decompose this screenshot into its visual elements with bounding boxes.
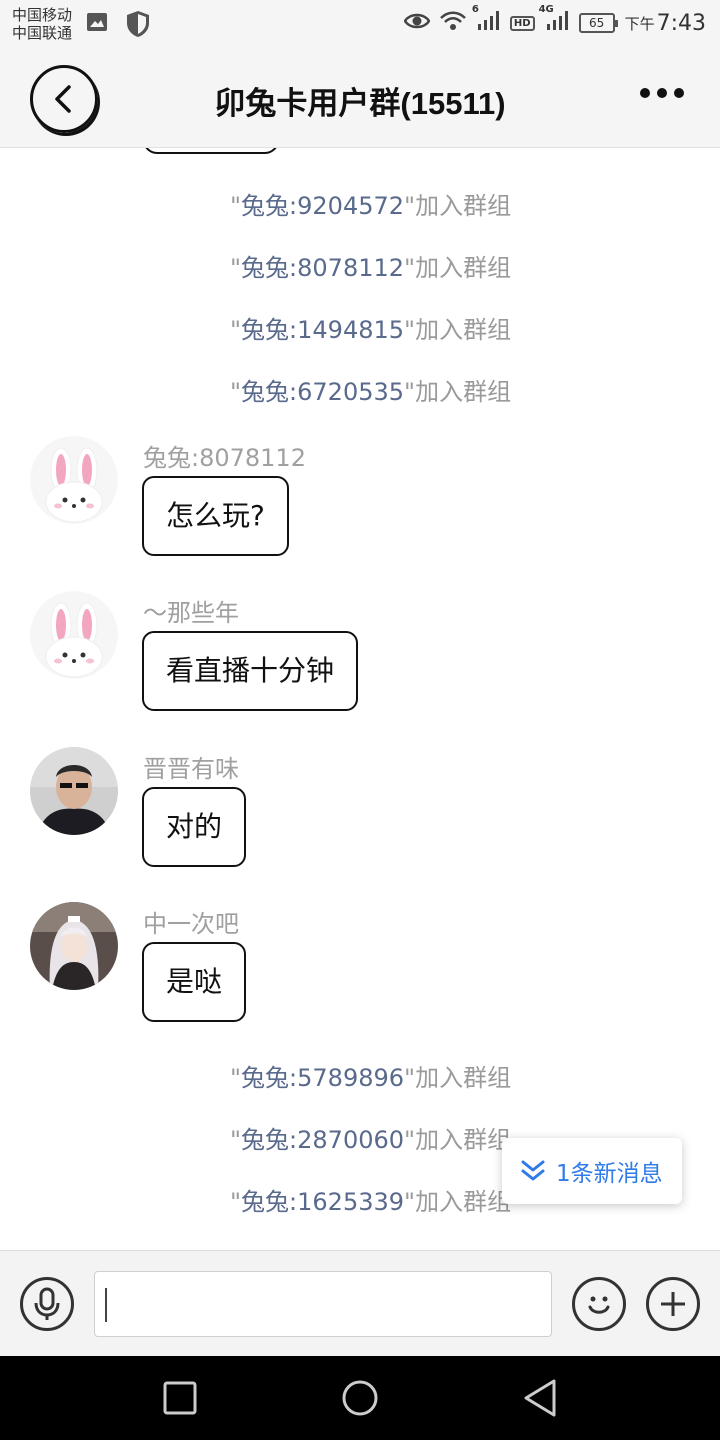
status-right: 6 HD 4G 65 下午 7:43 (403, 4, 706, 36)
joined-user: 兔兔:6720535 (241, 378, 405, 406)
man-photo-avatar[interactable] (30, 747, 118, 835)
double-chevron-down-icon (521, 1160, 545, 1181)
join-suffix: "加入群组 (404, 1064, 512, 1092)
carrier-info: 中国移动 中国联通 (12, 6, 72, 42)
back-triangle-icon (524, 1379, 556, 1417)
network-6g-label: 6 (471, 4, 479, 15)
joined-user: 兔兔:9204572 (241, 192, 405, 220)
plus-icon (661, 1292, 685, 1316)
voice-button[interactable] (20, 1277, 74, 1331)
shield-icon (126, 10, 150, 42)
system-join-message: "兔兔:1625339"加入群组 (230, 1182, 511, 1217)
message-bubble[interactable]: 对的 (142, 787, 247, 867)
joined-user: 兔兔:1494815 (241, 316, 405, 344)
input-bar (0, 1250, 720, 1356)
sender-name: ～那些年 (143, 599, 239, 627)
more-actions-button[interactable] (646, 1277, 700, 1331)
system-join-message: "兔兔:5789896"加入群组 (230, 1058, 511, 1093)
join-suffix: "加入群组 (404, 254, 512, 282)
rabbit-avatar[interactable] (30, 591, 118, 679)
quote: " (230, 316, 242, 344)
new-message-indicator[interactable]: 1条新消息 (502, 1138, 682, 1204)
title-bar: 卯兔卡用户群(15511) (0, 50, 720, 148)
time-ampm: 下午 (624, 14, 655, 33)
chat-area[interactable]: "兔兔:9204572"加入群组 "兔兔:8078112"加入群组 "兔兔:14… (0, 148, 720, 1250)
dot-icon (674, 88, 684, 98)
sender-name: 中一次吧 (143, 910, 239, 938)
battery-icon: 65 (578, 13, 618, 33)
joined-user: 兔兔:8078112 (241, 254, 405, 282)
sender-name: 晋晋有味 (143, 755, 239, 783)
microphone-icon (34, 1287, 60, 1320)
message-input[interactable] (94, 1271, 552, 1337)
home-circle-icon (342, 1380, 378, 1416)
carrier-1: 中国移动 (12, 6, 73, 24)
eye-icon (403, 12, 431, 34)
system-join-message: "兔兔:1494815"加入群组 (230, 310, 511, 345)
dot-icon (640, 88, 650, 98)
recents-button[interactable] (162, 1380, 198, 1420)
emoji-button[interactable] (572, 1277, 626, 1331)
status-bar: 中国移动 中国联通 6 HD 4G 65 下午 7:43 (0, 0, 720, 50)
system-join-message: "兔兔:2870060"加入群组 (230, 1120, 511, 1155)
network-4g-label: 4G (538, 4, 554, 15)
system-nav-bar (0, 1356, 720, 1440)
joined-user: 兔兔:5789896 (241, 1064, 405, 1092)
image-icon (86, 12, 108, 36)
quote: " (230, 254, 242, 282)
signal-icon: 6 (472, 4, 500, 36)
join-suffix: "加入群组 (404, 192, 512, 220)
sender-name: 兔兔:8078112 (143, 444, 306, 472)
message-bubble[interactable]: 怎么玩? (142, 476, 289, 556)
quote: " (230, 1126, 242, 1154)
quote: " (230, 378, 242, 406)
joined-user: 兔兔:2870060 (241, 1126, 405, 1154)
join-suffix: "加入群组 (404, 1126, 512, 1154)
join-suffix: "加入群组 (404, 316, 512, 344)
page-title: 卯兔卡用户群(15511) (214, 86, 506, 121)
carrier-2: 中国联通 (12, 24, 73, 42)
system-join-message: "兔兔:9204572"加入群组 (230, 186, 511, 221)
dot-icon (657, 88, 667, 98)
anime-girl-avatar[interactable] (30, 902, 118, 990)
hd-badge: HD (509, 15, 535, 31)
rabbit-avatar[interactable] (30, 436, 118, 524)
new-message-label: 1条新消息 (556, 1161, 663, 1187)
joined-user: 兔兔:1625339 (241, 1188, 405, 1216)
recents-square-icon (163, 1381, 197, 1415)
text-caret (105, 1288, 107, 1322)
back-nav-button[interactable] (522, 1378, 558, 1422)
previous-message-bubble (143, 148, 279, 154)
message-bubble[interactable]: 是哒 (142, 942, 247, 1022)
quote: " (230, 1064, 242, 1092)
quote: " (230, 1188, 242, 1216)
emoji-icon (588, 1296, 610, 1314)
message-bubble[interactable]: 看直播十分钟 (142, 631, 359, 711)
more-options-button[interactable] (640, 88, 684, 98)
wifi-icon (440, 11, 466, 35)
system-join-message: "兔兔:8078112"加入群组 (230, 248, 511, 283)
clock: 7:43 (656, 10, 706, 36)
join-suffix: "加入群组 (404, 378, 512, 406)
home-button[interactable] (341, 1379, 379, 1421)
system-join-message: "兔兔:6720535"加入群组 (230, 372, 511, 407)
signal-4g-icon: 4G (539, 4, 569, 36)
join-suffix: "加入群组 (404, 1188, 512, 1216)
quote: " (230, 192, 242, 220)
